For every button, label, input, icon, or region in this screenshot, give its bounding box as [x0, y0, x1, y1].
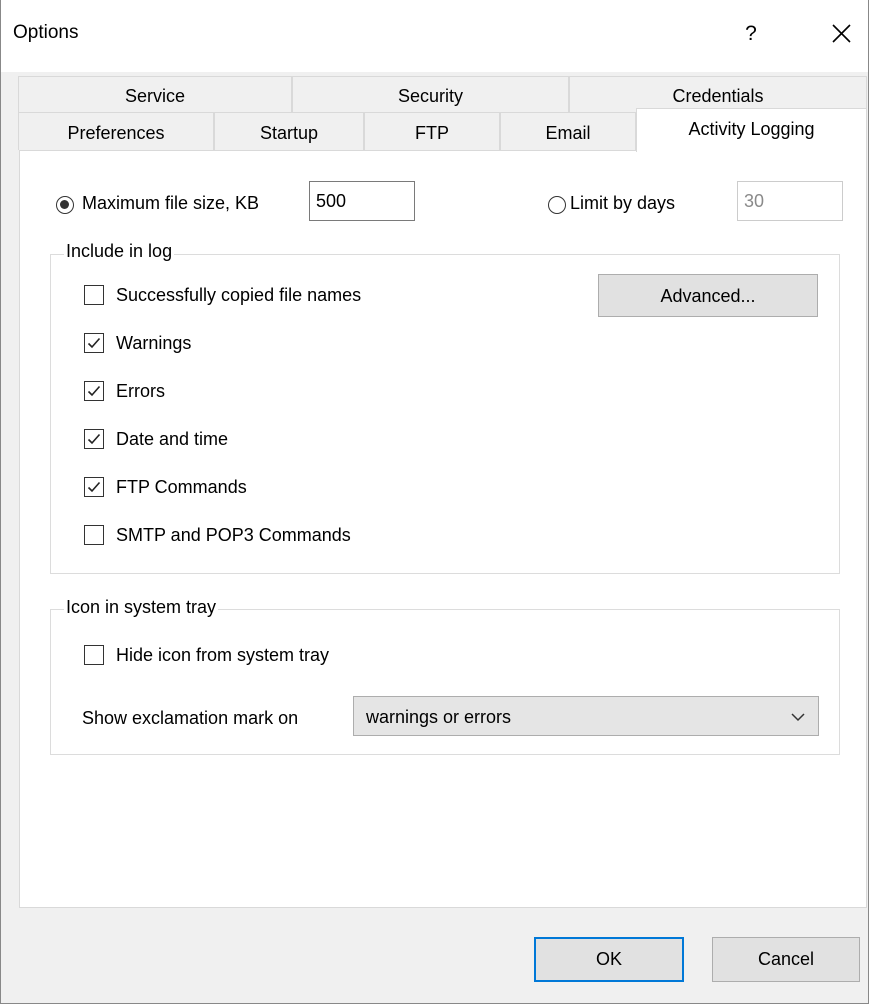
options-dialog: Options ? Service Security Credentials P… [0, 0, 869, 1004]
tab-startup[interactable]: Startup [214, 112, 364, 150]
limit-days-label: Limit by days [570, 193, 676, 213]
checkbox-warnings[interactable] [84, 333, 104, 353]
ok-button[interactable]: OK [534, 937, 684, 982]
tab-security[interactable]: Security [292, 76, 569, 112]
window-title: Options [13, 22, 79, 43]
tab-label: Email [545, 123, 591, 143]
tab-panel-activity-logging: Maximum file size, KB 500 Limit by days … [19, 150, 867, 908]
checkbox-ftp-commands[interactable] [84, 477, 104, 497]
checkbox-label: Date and time [116, 429, 229, 449]
checkbox-date-time[interactable] [84, 429, 104, 449]
checkbox-errors[interactable] [84, 381, 104, 401]
tab-label: FTP [415, 123, 449, 143]
tab-label: Preferences [67, 123, 165, 143]
tab-service[interactable]: Service [18, 76, 292, 112]
checkbox-label: SMTP and POP3 Commands [116, 525, 351, 545]
exclaim-select-value: warnings or errors [366, 707, 512, 727]
checkmark-icon [87, 385, 101, 397]
exclaim-select[interactable]: warnings or errors [353, 696, 819, 736]
max-size-radio[interactable] [56, 196, 74, 214]
checkbox-label: Errors [116, 381, 165, 401]
limit-days-input[interactable]: 30 [737, 181, 843, 221]
checkbox-copied-file-names[interactable] [84, 285, 104, 305]
help-button[interactable]: ? [731, 14, 771, 54]
checkbox-label: Hide icon from system tray [116, 645, 330, 665]
checkbox-smtp-pop3[interactable] [84, 525, 104, 545]
exclaim-label: Show exclamation mark on [82, 708, 299, 728]
tab-credentials[interactable]: Credentials [569, 76, 867, 112]
tab-label: Credentials [672, 86, 764, 106]
checkbox-hide-tray-icon[interactable] [84, 645, 104, 665]
tab-activity-logging[interactable]: Activity Logging [636, 108, 867, 152]
limit-days-radio[interactable] [548, 196, 566, 214]
checkmark-icon [87, 433, 101, 445]
tab-label: Service [124, 86, 186, 106]
advanced-button[interactable]: Advanced... [598, 274, 818, 317]
tab-preferences[interactable]: Preferences [18, 112, 214, 150]
title-bar: Options ? [1, 0, 868, 72]
tab-ftp[interactable]: FTP [364, 112, 500, 150]
checkbox-label: Warnings [116, 333, 192, 353]
checkmark-icon [87, 481, 101, 493]
cancel-button[interactable]: Cancel [712, 937, 860, 982]
max-size-label: Maximum file size, KB [82, 193, 260, 213]
checkbox-label: Successfully copied file names [116, 285, 362, 305]
checkmark-icon [87, 337, 101, 349]
checkbox-label: FTP Commands [116, 477, 247, 497]
include-log-title: Include in log [64, 241, 175, 262]
max-size-input[interactable]: 500 [309, 181, 415, 221]
tray-group-title: Icon in system tray [64, 597, 219, 618]
close-button[interactable] [821, 14, 861, 54]
tab-label: Security [397, 86, 464, 106]
close-icon [832, 24, 851, 43]
tab-label: Startup [259, 123, 319, 143]
tab-email[interactable]: Email [500, 112, 636, 150]
chevron-down-icon [791, 713, 805, 722]
tab-label: Activity Logging [688, 119, 815, 139]
